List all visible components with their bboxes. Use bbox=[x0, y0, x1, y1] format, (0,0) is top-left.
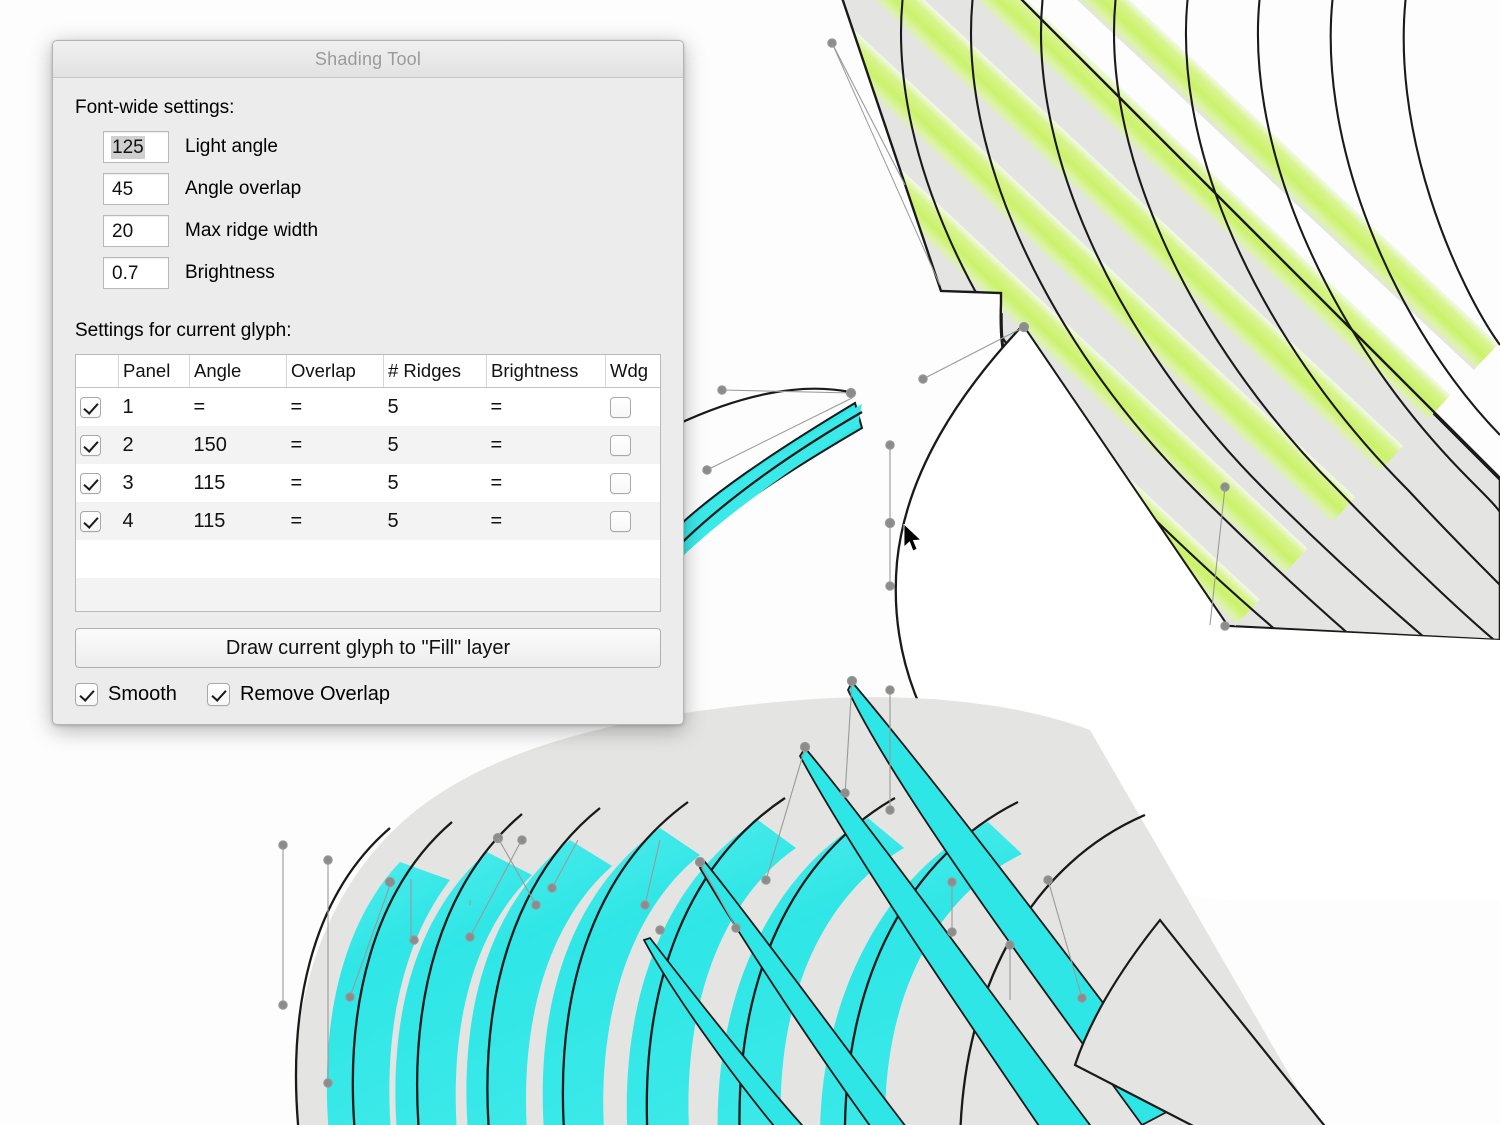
row-enabled-checkbox[interactable] bbox=[80, 434, 101, 456]
column-header-overlap[interactable]: Overlap bbox=[286, 355, 384, 388]
brightness-value: 0.7 bbox=[112, 262, 139, 284]
column-header-ridges[interactable]: # Ridges bbox=[383, 355, 487, 388]
brightness-label: Brightness bbox=[185, 262, 275, 283]
row-enabled-checkbox[interactable] bbox=[80, 472, 101, 494]
table-row[interactable]: 1 = = 5 = bbox=[76, 388, 661, 427]
remove-overlap-checkbox[interactable] bbox=[206, 683, 230, 706]
row-overlap-cell[interactable]: = bbox=[287, 464, 384, 502]
row-ridges-cell[interactable]: 5 bbox=[384, 388, 487, 427]
row-enabled-cell[interactable] bbox=[76, 426, 119, 464]
row-enabled-cell[interactable] bbox=[76, 388, 119, 427]
table-filler-row bbox=[76, 578, 660, 611]
field-row-light-angle: 125 Light angle bbox=[75, 131, 661, 163]
glyph-settings-table: Panel Angle Overlap # Ridges Brightness … bbox=[76, 355, 661, 611]
row-overlap-cell[interactable]: = bbox=[287, 388, 384, 427]
row-overlap-cell[interactable]: = bbox=[287, 426, 384, 464]
row-panel-cell: 3 bbox=[122, 471, 134, 494]
max-ridge-width-value: 20 bbox=[112, 220, 134, 242]
row-wdg-cell[interactable] bbox=[606, 502, 661, 540]
field-row-max-ridge-width: 20 Max ridge width bbox=[75, 215, 661, 247]
light-angle-input[interactable]: 125 bbox=[103, 131, 169, 163]
table-header: Panel Angle Overlap # Ridges Brightness … bbox=[76, 355, 660, 388]
table-filler-row bbox=[76, 540, 660, 578]
row-brightness-cell[interactable]: = bbox=[487, 502, 606, 540]
column-header-enabled[interactable] bbox=[76, 355, 119, 388]
row-wdg-checkbox[interactable] bbox=[609, 434, 631, 456]
font-wide-settings-heading: Font-wide settings: bbox=[75, 97, 235, 118]
brightness-input[interactable]: 0.7 bbox=[103, 257, 169, 289]
smooth-label: Smooth bbox=[108, 683, 177, 705]
row-ridges-cell[interactable]: 5 bbox=[384, 464, 487, 502]
field-row-angle-overlap: 45 Angle overlap bbox=[75, 173, 661, 205]
row-brightness-cell[interactable]: = bbox=[487, 464, 606, 502]
row-wdg-checkbox[interactable] bbox=[609, 472, 631, 494]
light-angle-value: 125 bbox=[111, 135, 145, 159]
row-enabled-checkbox[interactable] bbox=[80, 396, 101, 418]
column-header-panel[interactable]: Panel bbox=[118, 355, 190, 388]
dialog-body: Font-wide settings: 125 Light angle 45 A… bbox=[53, 78, 683, 724]
row-brightness-cell[interactable]: = bbox=[487, 388, 606, 427]
row-wdg-checkbox[interactable] bbox=[609, 510, 631, 532]
row-enabled-cell[interactable] bbox=[76, 464, 119, 502]
remove-overlap-option[interactable]: Remove Overlap bbox=[206, 683, 390, 706]
max-ridge-width-label: Max ridge width bbox=[185, 220, 319, 241]
row-ridges-cell[interactable]: 5 bbox=[384, 502, 487, 540]
row-angle-cell[interactable]: 115 bbox=[190, 464, 287, 502]
table-row[interactable]: 2 150 = 5 = bbox=[76, 426, 661, 464]
angle-overlap-input[interactable]: 45 bbox=[103, 173, 169, 205]
row-brightness-cell[interactable]: = bbox=[487, 426, 606, 464]
angle-overlap-label: Angle overlap bbox=[185, 178, 302, 199]
row-panel-cell: 1 bbox=[122, 395, 134, 418]
row-ridges-cell[interactable]: 5 bbox=[384, 426, 487, 464]
row-wdg-cell[interactable] bbox=[606, 388, 661, 427]
table-row[interactable]: 4 115 = 5 = bbox=[76, 502, 661, 540]
row-panel-cell: 4 bbox=[122, 509, 134, 532]
smooth-option[interactable]: Smooth bbox=[75, 683, 177, 706]
table-body: 1 = = 5 = 2 150 = 5 = 3 115 = 5 = 4 115 … bbox=[76, 388, 661, 611]
light-angle-label: Light angle bbox=[185, 136, 278, 157]
table-header-row: Panel Angle Overlap # Ridges Brightness … bbox=[76, 355, 660, 388]
dialog-titlebar[interactable]: Shading Tool bbox=[53, 41, 683, 78]
row-enabled-cell[interactable] bbox=[76, 502, 119, 540]
draw-current-glyph-button[interactable]: Draw current glyph to "Fill" layer bbox=[75, 628, 661, 668]
max-ridge-width-input[interactable]: 20 bbox=[103, 215, 169, 247]
row-wdg-checkbox[interactable] bbox=[609, 396, 631, 418]
row-angle-cell[interactable]: 115 bbox=[190, 502, 287, 540]
glyph-settings-heading: Settings for current glyph: bbox=[75, 320, 292, 341]
column-header-wdg[interactable]: Wdg bbox=[605, 355, 660, 388]
column-header-brightness[interactable]: Brightness bbox=[486, 355, 606, 388]
field-row-brightness: 0.7 Brightness bbox=[75, 257, 661, 289]
row-overlap-cell[interactable]: = bbox=[287, 502, 384, 540]
row-enabled-checkbox[interactable] bbox=[80, 510, 101, 532]
application-canvas: Shading Tool Font-wide settings: 125 Lig… bbox=[0, 0, 1500, 1125]
row-wdg-cell[interactable] bbox=[606, 464, 661, 502]
shading-tool-dialog[interactable]: Shading Tool Font-wide settings: 125 Lig… bbox=[52, 40, 684, 725]
row-wdg-cell[interactable] bbox=[606, 426, 661, 464]
glyph-settings-table-container[interactable]: Panel Angle Overlap # Ridges Brightness … bbox=[75, 354, 661, 612]
row-panel-cell: 2 bbox=[122, 433, 134, 456]
column-header-angle[interactable]: Angle bbox=[189, 355, 287, 388]
table-row[interactable]: 3 115 = 5 = bbox=[76, 464, 661, 502]
row-angle-cell[interactable]: = bbox=[190, 388, 287, 427]
angle-overlap-value: 45 bbox=[112, 178, 134, 200]
bottom-options-row: Smooth Remove Overlap bbox=[75, 683, 661, 706]
smooth-checkbox[interactable] bbox=[75, 683, 98, 706]
row-angle-cell[interactable]: 150 bbox=[190, 426, 287, 464]
dialog-title: Shading Tool bbox=[314, 48, 422, 69]
remove-overlap-label: Remove Overlap bbox=[239, 683, 390, 705]
